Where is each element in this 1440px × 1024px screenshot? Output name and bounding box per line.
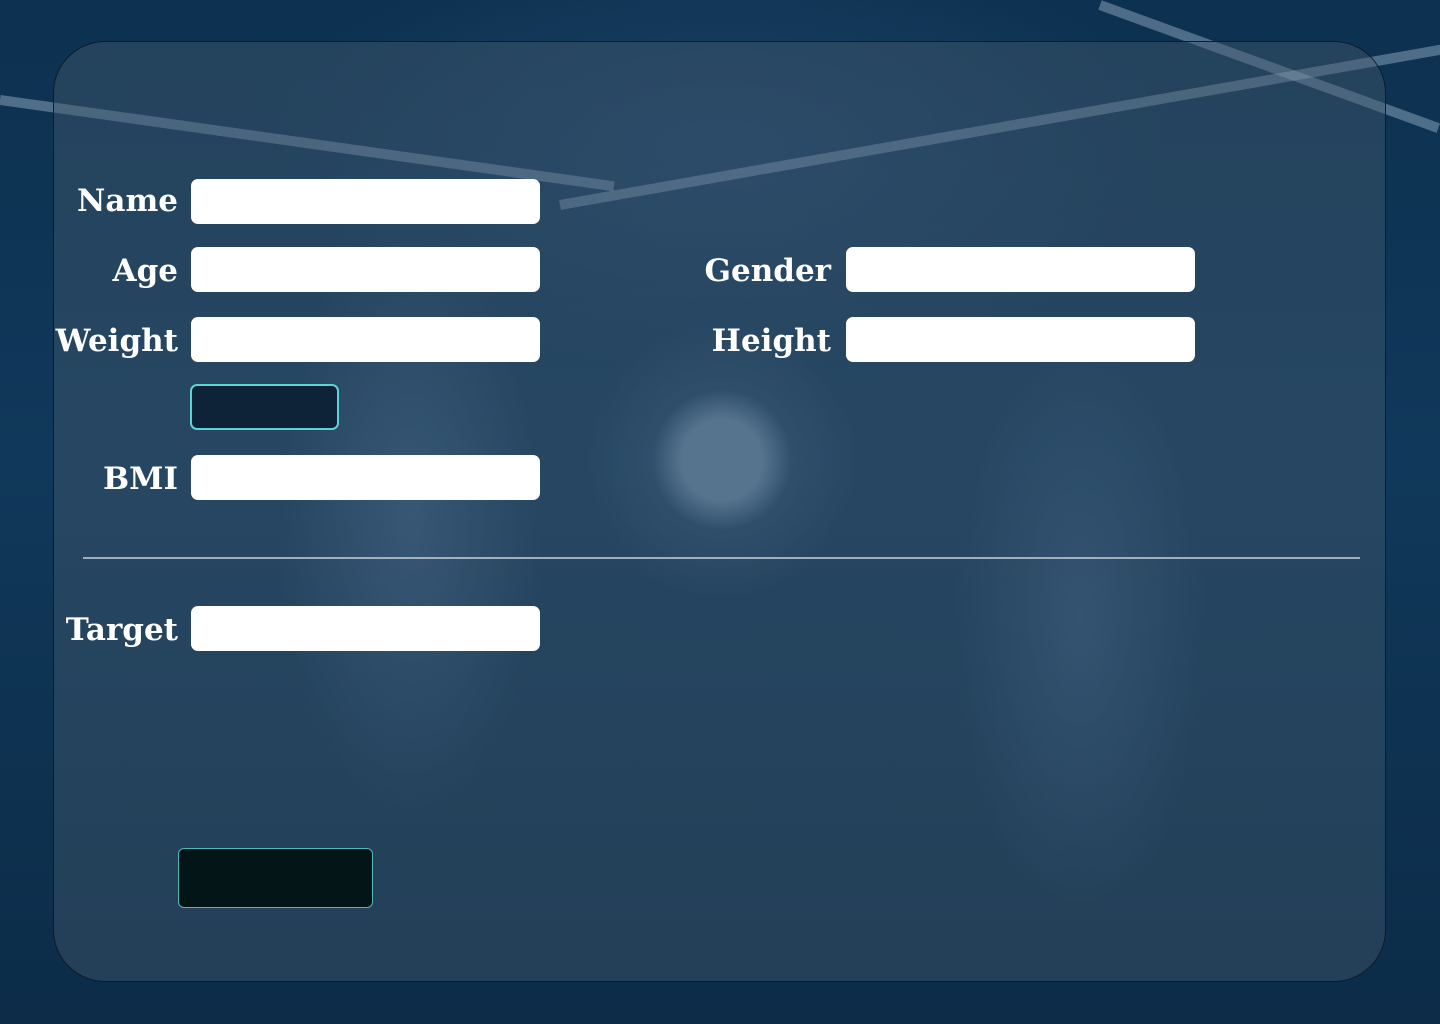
name-label: Name — [77, 183, 178, 219]
weight-input[interactable] — [191, 317, 540, 362]
bmi-input[interactable] — [191, 455, 540, 500]
age-input[interactable] — [191, 247, 540, 292]
gender-label: Gender — [704, 253, 831, 289]
age-label: Age — [112, 253, 178, 289]
name-input[interactable] — [191, 179, 540, 224]
target-input[interactable] — [191, 606, 540, 651]
gender-input[interactable] — [846, 247, 1195, 292]
bmi-label: BMI — [102, 461, 178, 497]
calculate-bmi-button[interactable] — [190, 384, 339, 430]
height-label: Height — [711, 323, 831, 359]
weight-label: Weight — [55, 323, 178, 359]
submit-button[interactable] — [178, 848, 373, 908]
section-divider — [83, 557, 1360, 559]
height-input[interactable] — [846, 317, 1195, 362]
target-label: Target — [65, 612, 178, 648]
